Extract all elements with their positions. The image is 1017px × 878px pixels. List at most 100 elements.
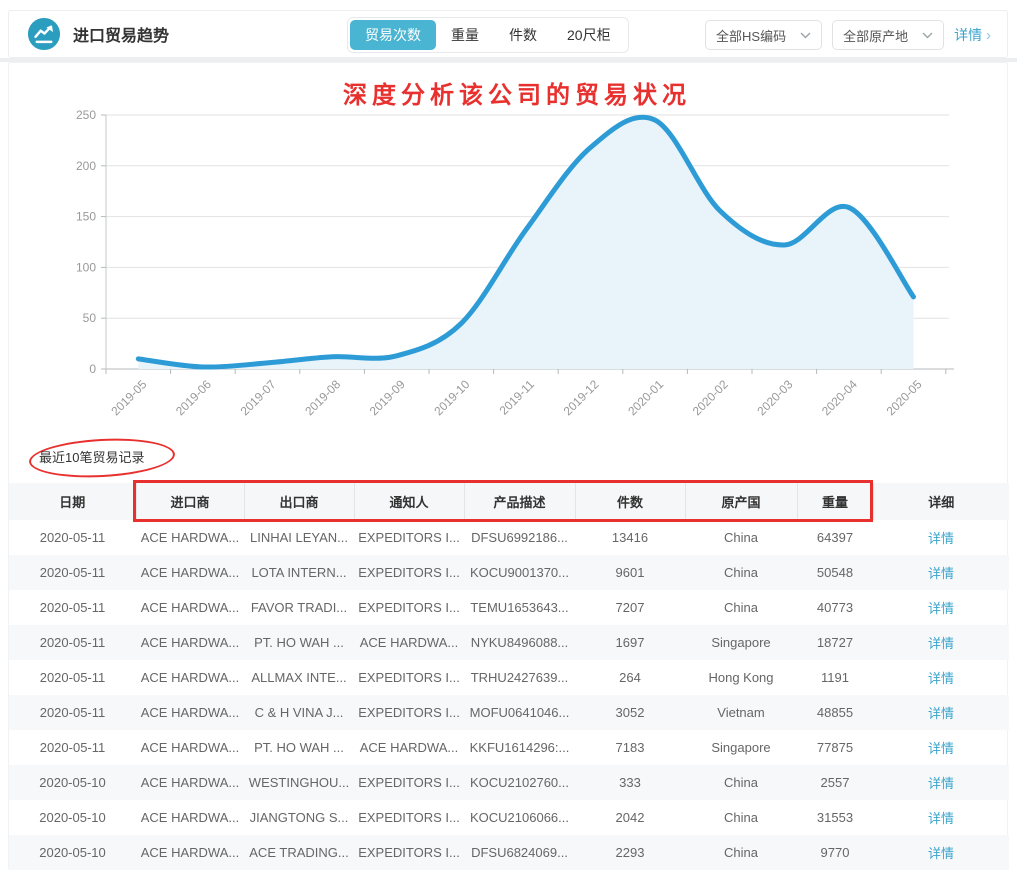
cell-date: 2020-05-11 [9,730,136,765]
tab-weight[interactable]: 重量 [436,20,494,50]
cell-origin-country: Singapore [685,625,797,660]
cell-weight: 18727 [797,625,873,660]
col-header-pieces: 件数 [575,483,685,520]
recent-records-section: 最近10笔贸易记录 [39,445,1007,471]
x-axis-tick-label: 2020-05 [884,377,925,418]
cell-date: 2020-05-11 [9,590,136,625]
row-detail-link[interactable]: 详情 [928,671,954,686]
cell-origin-country: Hong Kong [685,660,797,695]
cell-pieces: 7183 [575,730,685,765]
row-detail-link[interactable]: 详情 [928,531,954,546]
cell-pieces: 9601 [575,555,685,590]
cell-date: 2020-05-11 [9,520,136,555]
row-detail-link[interactable]: 详情 [928,601,954,616]
tab-pieces[interactable]: 件数 [494,20,552,50]
cell-detail: 详情 [873,835,1009,870]
cell-date: 2020-05-10 [9,765,136,800]
table-row: 2020-05-11ACE HARDWA...LINHAI LEYAN...EX… [9,520,1009,555]
row-detail-link[interactable]: 详情 [928,636,954,651]
cell-detail: 详情 [873,765,1009,800]
row-detail-link[interactable]: 详情 [928,776,954,791]
table-row: 2020-05-11ACE HARDWA...PT. HO WAH ...ACE… [9,625,1009,660]
x-axis-tick-label: 2019-11 [497,377,538,418]
cell-importer: ACE HARDWA... [136,520,244,555]
row-detail-link[interactable]: 详情 [928,706,954,721]
cell-origin-country: China [685,520,797,555]
cell-importer: ACE HARDWA... [136,625,244,660]
x-axis-tick-label: 2019-05 [108,377,149,418]
table-row: 2020-05-10ACE HARDWA...JIANGTONG S...EXP… [9,800,1009,835]
cell-exporter: LINHAI LEYAN... [244,520,354,555]
cell-weight: 31553 [797,800,873,835]
tab-trade-count[interactable]: 贸易次数 [350,20,436,50]
red-annotation-title: 深度分析该公司的贸易状况 [343,75,691,110]
cell-importer: ACE HARDWA... [136,800,244,835]
cell-weight: 77875 [797,730,873,765]
origin-filter-dropdown[interactable]: 全部原产地 [832,20,944,50]
cell-exporter: C & H VINA J... [244,695,354,730]
cell-detail: 详情 [873,555,1009,590]
cell-product-desc: TRHU2427639... [464,660,575,695]
cell-weight: 48855 [797,695,873,730]
cell-exporter: FAVOR TRADI... [244,590,354,625]
cell-notify-party: EXPEDITORS I... [354,660,464,695]
cell-product-desc: KOCU2106066... [464,800,575,835]
cell-exporter: PT. HO WAH ... [244,625,354,660]
cell-notify-party: EXPEDITORS I... [354,520,464,555]
cell-importer: ACE HARDWA... [136,660,244,695]
table-header-row: 日期 进口商 出口商 通知人 产品描述 件数 原产国 重量 详细 [9,483,1009,520]
hs-code-filter-dropdown[interactable]: 全部HS编码 [705,20,822,50]
cell-detail: 详情 [873,520,1009,555]
row-detail-link[interactable]: 详情 [928,741,954,756]
cell-exporter: ACE TRADING... [244,835,354,870]
cell-exporter: WESTINGHOU... [244,765,354,800]
x-axis-tick-label: 2019-12 [561,377,602,418]
cell-notify-party: EXPEDITORS I... [354,555,464,590]
y-axis-tick-label: 50 [83,311,97,325]
cell-date: 2020-05-10 [9,800,136,835]
cell-pieces: 7207 [575,590,685,625]
col-header-detail: 详细 [873,483,1009,520]
cell-product-desc: KOCU2102760... [464,765,575,800]
header-bar: 进口贸易趋势 贸易次数 重量 件数 20尺柜 全部HS编码 全部原产地 详情 [8,10,1008,58]
cell-pieces: 2042 [575,800,685,835]
x-axis-tick-label: 2020-02 [690,377,731,418]
cell-detail: 详情 [873,730,1009,765]
col-header-weight: 重量 [797,483,873,520]
cell-weight: 9770 [797,835,873,870]
cell-product-desc: KKFU1614296:... [464,730,575,765]
cell-date: 2020-05-11 [9,660,136,695]
cell-detail: 详情 [873,590,1009,625]
cell-exporter: ALLMAX INTE... [244,660,354,695]
chevron-down-icon [800,32,811,39]
cell-notify-party: EXPEDITORS I... [354,800,464,835]
cell-importer: ACE HARDWA... [136,555,244,590]
header-detail-link[interactable]: 详情 › [954,25,991,45]
cell-pieces: 333 [575,765,685,800]
hs-code-filter-label: 全部HS编码 [716,26,786,45]
cell-importer: ACE HARDWA... [136,590,244,625]
x-axis-tick-label: 2019-07 [238,377,279,418]
table-row: 2020-05-11ACE HARDWA...LOTA INTERN...EXP… [9,555,1009,590]
y-axis-tick-label: 0 [89,362,96,376]
row-detail-link[interactable]: 详情 [928,846,954,861]
row-detail-link[interactable]: 详情 [928,566,954,581]
cell-product-desc: TEMU1653643... [464,590,575,625]
cell-detail: 详情 [873,800,1009,835]
cell-notify-party: EXPEDITORS I... [354,590,464,625]
row-detail-link[interactable]: 详情 [928,811,954,826]
x-axis-tick-label: 2020-03 [754,377,795,418]
trend-area-chart[interactable]: 0501001502002502019-052019-062019-072019… [9,63,1009,431]
col-header-date: 日期 [9,483,136,520]
metric-tab-group: 贸易次数 重量 件数 20尺柜 [347,17,629,53]
page-title: 进口贸易趋势 [73,22,169,46]
cell-detail: 详情 [873,625,1009,660]
cell-importer: ACE HARDWA... [136,835,244,870]
trade-records-table: 日期 进口商 出口商 通知人 产品描述 件数 原产国 重量 详细 2020-05… [9,483,1009,870]
tab-20ft-container[interactable]: 20尺柜 [552,20,626,50]
cell-exporter: JIANGTONG S... [244,800,354,835]
x-axis-tick-label: 2019-09 [367,377,408,418]
cell-importer: ACE HARDWA... [136,730,244,765]
cell-origin-country: Vietnam [685,695,797,730]
table-row: 2020-05-11ACE HARDWA...C & H VINA J...EX… [9,695,1009,730]
